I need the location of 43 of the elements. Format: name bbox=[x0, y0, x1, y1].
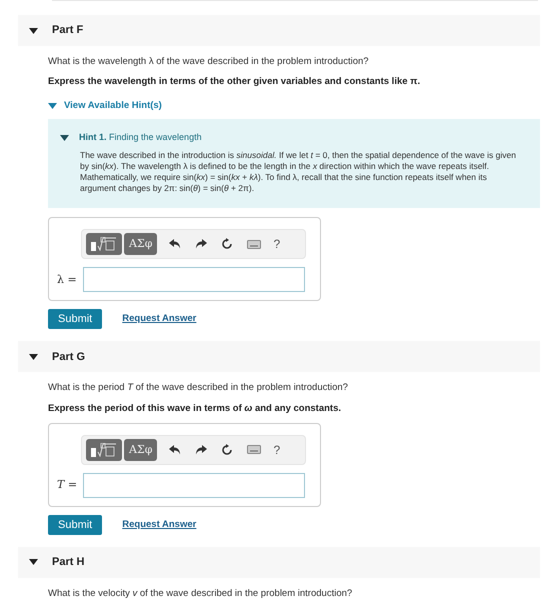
radical-template-icon bbox=[91, 237, 117, 252]
caret-icon bbox=[29, 354, 38, 360]
keyboard-icon[interactable] bbox=[247, 240, 262, 249]
keyboard-icon[interactable] bbox=[247, 445, 262, 454]
view-hints-toggle[interactable]: View Available Hint(s) bbox=[48, 98, 162, 113]
variable-label: T = bbox=[56, 477, 78, 493]
question-text: What is the wavelength λ of the wave described in the problem introduction? bbox=[48, 55, 370, 69]
undo-icon[interactable] bbox=[169, 239, 182, 250]
reset-icon[interactable] bbox=[221, 444, 234, 456]
redo-icon[interactable] bbox=[195, 239, 208, 250]
caret-icon bbox=[60, 134, 69, 140]
instruction-text: Express the wavelength in terms of the other given variables and constants like π. bbox=[48, 75, 422, 90]
question-text: What is the velocity v of the wave described in the problem introduction? bbox=[48, 586, 354, 601]
redo-icon[interactable] bbox=[195, 444, 208, 455]
help-button[interactable]: ? bbox=[273, 440, 280, 459]
template-button[interactable] bbox=[86, 438, 122, 461]
submit-button[interactable]: Submit bbox=[48, 309, 102, 330]
question-text: What is the period T of the wave described in the problem introduction? bbox=[48, 381, 349, 396]
part-header[interactable]: Part F bbox=[18, 15, 540, 46]
answer-input-field[interactable] bbox=[83, 472, 305, 498]
submit-button[interactable]: Submit bbox=[48, 514, 102, 535]
undo-icon[interactable] bbox=[169, 444, 182, 455]
request-answer-link[interactable]: Request Answer bbox=[122, 312, 196, 326]
template-button[interactable] bbox=[86, 233, 122, 256]
help-button[interactable]: ? bbox=[273, 235, 280, 254]
variable-label: λ = bbox=[56, 272, 78, 288]
caret-icon bbox=[29, 559, 38, 566]
part-header[interactable]: Part H bbox=[18, 546, 540, 578]
hint-text: The wave described in the introduction is sinusoidal. If we let t = 0, then the spatial dependence of the wave is given by sin(kx). The wavelength λ is defined to be the length in the x direction within which the wave repeats itself. Mathematically, we require sin(kx) = sin(kx + kλ). To find λ, recall that the sine function repeats itself when its argument changes by 2π: sin(θ) = sin(θ + 2π). bbox=[79, 150, 517, 194]
radical-template-icon bbox=[91, 442, 117, 457]
part-title: Part H bbox=[52, 555, 84, 570]
reset-icon[interactable] bbox=[221, 238, 234, 250]
hint-header[interactable]: Hint 1. Finding the wavelength bbox=[60, 130, 202, 144]
part-header[interactable]: Part G bbox=[18, 341, 540, 372]
instruction-text: Express the period of this wave in terms of ω and any constants. bbox=[48, 402, 342, 416]
caret-icon bbox=[29, 28, 38, 34]
caret-icon bbox=[48, 102, 57, 109]
answer-input-field[interactable] bbox=[83, 267, 305, 292]
request-answer-link[interactable]: Request Answer bbox=[122, 518, 196, 532]
part-title: Part G bbox=[52, 350, 86, 364]
greek-letters-button[interactable]: ΑΣφ bbox=[124, 233, 158, 256]
part-title: Part F bbox=[52, 23, 84, 38]
greek-letters-button[interactable]: ΑΣφ bbox=[124, 438, 158, 461]
